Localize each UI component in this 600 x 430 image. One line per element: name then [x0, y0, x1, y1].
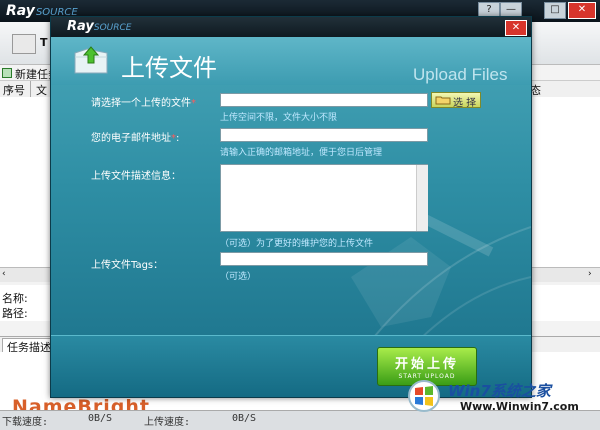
upload-dialog: RaySOURCE ✕ 上传文件 Upload Files 请选择一个上传的文件… [50, 16, 532, 398]
email-field-label: 您的电子邮件地址*: [91, 133, 180, 144]
col-index-header[interactable]: 序号 [3, 82, 25, 98]
download-speed-label: 下载速度: [2, 417, 49, 428]
email-input[interactable] [220, 128, 428, 142]
detail-path-label: 路径: [2, 307, 28, 320]
scroll-right-icon[interactable]: › [588, 269, 592, 279]
upload-speed-value: 0B/S [232, 413, 257, 424]
watermark-url: Www.Winwin7.com [460, 400, 579, 413]
tags-input[interactable] [220, 252, 428, 266]
start-upload-label: 开始上传 [394, 357, 459, 372]
dialog-close-button[interactable]: ✕ [505, 20, 527, 36]
detail-name-label: 名称: [2, 292, 28, 305]
dialog-title: 上传文件 [121, 54, 217, 82]
email-hint: 请输入正确的邮箱地址，便于您日后管理 [220, 148, 383, 158]
col-file-header[interactable]: 文 [36, 82, 47, 98]
download-speed-value: 0B/S [88, 413, 113, 424]
toolbar-item-label[interactable]: T [40, 36, 48, 49]
toolbar-doc-icon[interactable] [12, 34, 36, 54]
description-textarea[interactable] [220, 164, 428, 232]
scroll-left-icon[interactable]: ‹ [2, 269, 6, 279]
file-hint: 上传空间不限，文件大小不限 [220, 113, 338, 123]
folder-icon [435, 96, 451, 105]
new-task-icon [2, 68, 12, 78]
maximize-button[interactable]: □ [544, 2, 566, 19]
dialog-subtitle: Upload Files [413, 65, 508, 84]
description-hint: （可选）为了更好的维护您的上传文件 [220, 239, 374, 249]
watermark-text: Win7系统之家 [448, 382, 551, 400]
tags-field-label: 上传文件Tags： [91, 260, 164, 271]
file-field-label: 请选择一个上传的文件* [91, 98, 196, 109]
file-path-input[interactable] [220, 93, 428, 107]
upload-speed-label: 上传速度: [144, 417, 191, 428]
main-close-button[interactable]: ✕ [568, 2, 596, 19]
col-divider [30, 81, 31, 97]
description-scrollbar[interactable] [416, 165, 428, 231]
browse-button[interactable]: 选 择 [431, 92, 481, 109]
dialog-app-logo: RaySOURCE [67, 19, 132, 34]
upload-file-icon [74, 46, 108, 74]
windows-logo-icon [408, 380, 440, 412]
description-field-label: 上传文件描述信息： [91, 171, 181, 182]
status-bar: 下载速度: 0B/S 上传速度: 0B/S [0, 410, 600, 430]
browse-label: 选 择 [453, 98, 477, 109]
tags-hint: （可选） [220, 272, 257, 282]
